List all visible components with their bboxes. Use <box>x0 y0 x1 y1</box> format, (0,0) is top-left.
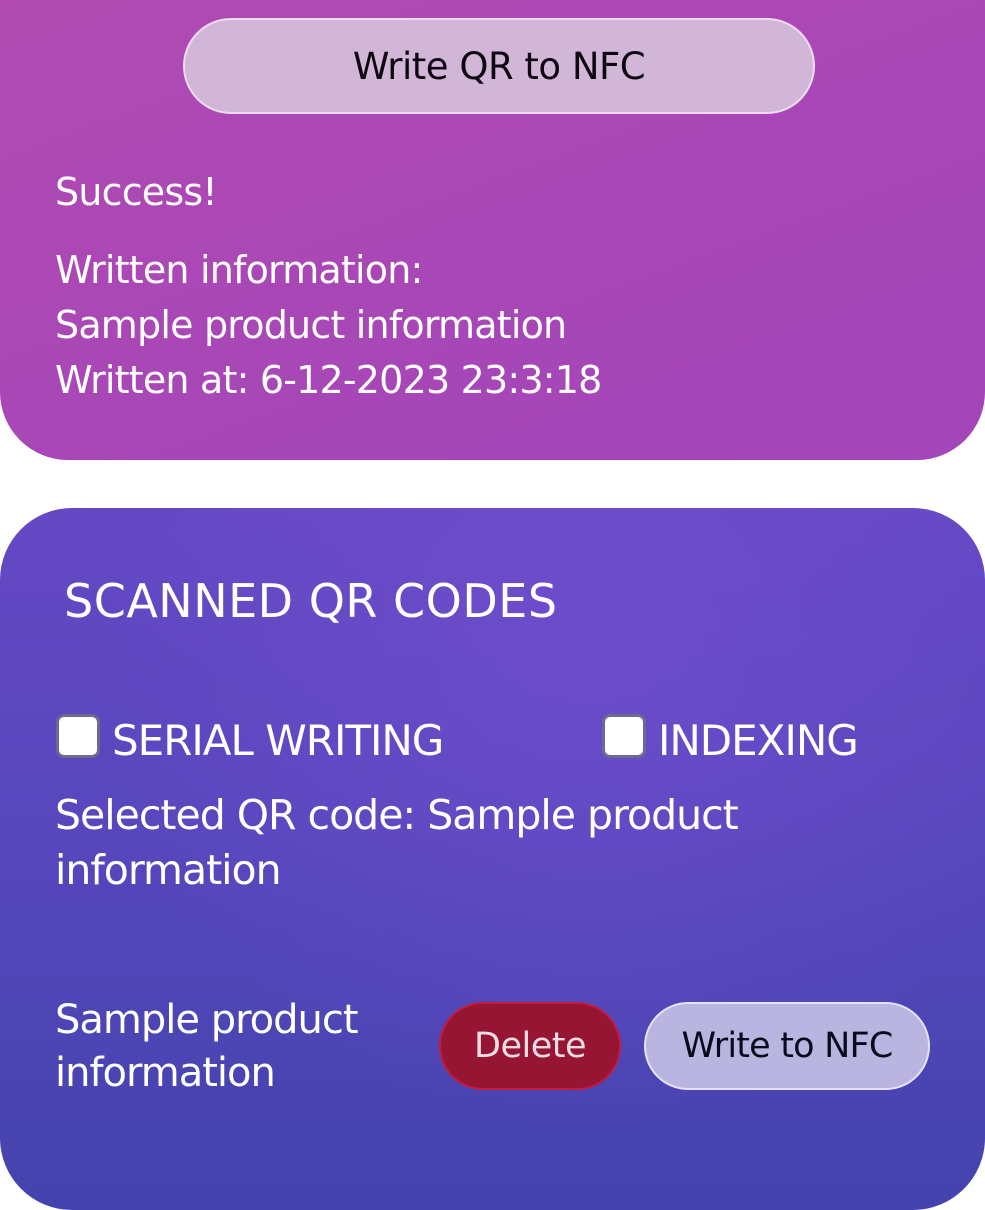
written-information-value: Sample product information <box>55 303 567 347</box>
section-title: SCANNED QR CODES <box>64 574 558 628</box>
write-result-card: Write QR to NFC Success! Written informa… <box>0 0 985 460</box>
serial-writing-label: SERIAL WRITING <box>112 716 444 765</box>
indexing-option[interactable]: INDEXING <box>602 706 859 765</box>
write-to-nfc-button[interactable]: Write to NFC <box>644 1002 930 1090</box>
written-info-block: Written information: Sample product info… <box>55 243 602 408</box>
written-information-label: Written information: <box>55 248 423 292</box>
delete-button[interactable]: Delete <box>439 1002 621 1090</box>
qr-item-text: Sample product information <box>55 997 359 1096</box>
serial-writing-option[interactable]: SERIAL WRITING <box>56 706 444 765</box>
selected-qr-code-text: Selected QR code: Sample product informa… <box>55 791 739 894</box>
indexing-label: INDEXING <box>658 716 859 765</box>
app-screen: Write QR to NFC Success! Written informa… <box>0 0 985 1210</box>
status-message: Success! <box>55 170 218 214</box>
written-at-timestamp: Written at: 6-12-2023 23:3:18 <box>55 358 602 402</box>
write-qr-to-nfc-button[interactable]: Write QR to NFC <box>183 18 815 114</box>
list-item: Sample product information Delete Write … <box>55 994 935 1104</box>
scanned-qr-codes-card: SCANNED QR CODES SERIAL WRITING INDEXING… <box>0 508 985 1210</box>
indexing-checkbox[interactable] <box>602 713 646 758</box>
serial-writing-checkbox[interactable] <box>56 713 100 758</box>
